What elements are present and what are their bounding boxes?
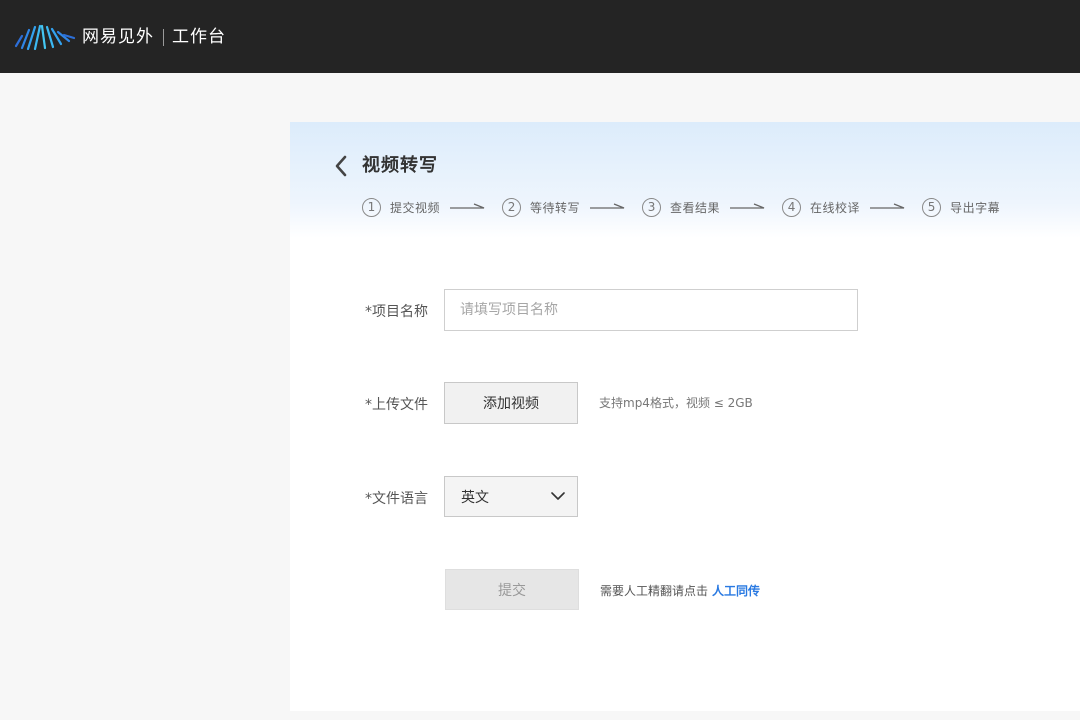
- step-number: 3: [642, 197, 662, 217]
- step-label: 等待转写: [530, 200, 581, 215]
- arrow-right-icon: [590, 203, 625, 209]
- chevron-down-icon: [551, 492, 565, 500]
- step-5: 5 导出字幕: [922, 196, 1000, 218]
- arrow-right-icon: [450, 203, 485, 209]
- panel-header: 视频转写 1 提交视频 2 等待转写 3 查看结果 4 在线校译 5 导出字幕: [290, 122, 1080, 238]
- brand-name[interactable]: 网易见外: [82, 25, 154, 49]
- arrow-right-icon: [870, 203, 905, 209]
- project-name-label: *项目名称: [365, 304, 428, 320]
- brand-divider: [163, 29, 164, 46]
- step-number: 5: [922, 197, 942, 217]
- add-video-button[interactable]: 添加视频: [444, 382, 578, 424]
- page-title: 视频转写: [362, 155, 438, 176]
- step-number: 2: [502, 197, 522, 217]
- workspace-title[interactable]: 工作台: [172, 25, 226, 49]
- submit-button[interactable]: 提交: [445, 569, 579, 610]
- project-name-input[interactable]: [444, 289, 858, 331]
- waveform-logo-icon[interactable]: [14, 24, 76, 50]
- arrow-right-icon: [730, 203, 765, 209]
- step-label: 导出字幕: [950, 200, 1001, 215]
- upload-file-label: *上传文件: [365, 397, 428, 413]
- upload-hint: 支持mp4格式，视频 ≤ 2GB: [599, 396, 753, 410]
- step-progress: 1 提交视频 2 等待转写 3 查看结果 4 在线校译 5 导出字幕: [362, 196, 1000, 218]
- step-number: 4: [782, 197, 802, 217]
- step-4: 4 在线校译: [782, 196, 860, 218]
- chevron-left-icon[interactable]: [330, 152, 354, 180]
- step-3: 3 查看结果: [642, 196, 720, 218]
- step-label: 在线校译: [810, 200, 861, 215]
- manual-translation-note: 需要人工精翻请点击 人工同传: [600, 582, 760, 599]
- step-number: 1: [362, 197, 381, 217]
- transcription-panel: 视频转写 1 提交视频 2 等待转写 3 查看结果 4 在线校译 5 导出字幕 …: [290, 122, 1080, 711]
- language-selected-value: 英文: [461, 490, 489, 506]
- step-label: 查看结果: [670, 200, 721, 215]
- step-1: 1 提交视频: [362, 196, 440, 218]
- step-label: 提交视频: [390, 200, 441, 215]
- note-text: 需要人工精翻请点击: [600, 584, 709, 598]
- file-language-label: *文件语言: [365, 491, 428, 507]
- human-interpretation-link[interactable]: 人工同传: [712, 584, 760, 598]
- language-select[interactable]: 英文: [444, 476, 578, 517]
- step-2: 2 等待转写: [502, 196, 580, 218]
- top-bar: 网易见外 工作台: [0, 0, 1080, 73]
